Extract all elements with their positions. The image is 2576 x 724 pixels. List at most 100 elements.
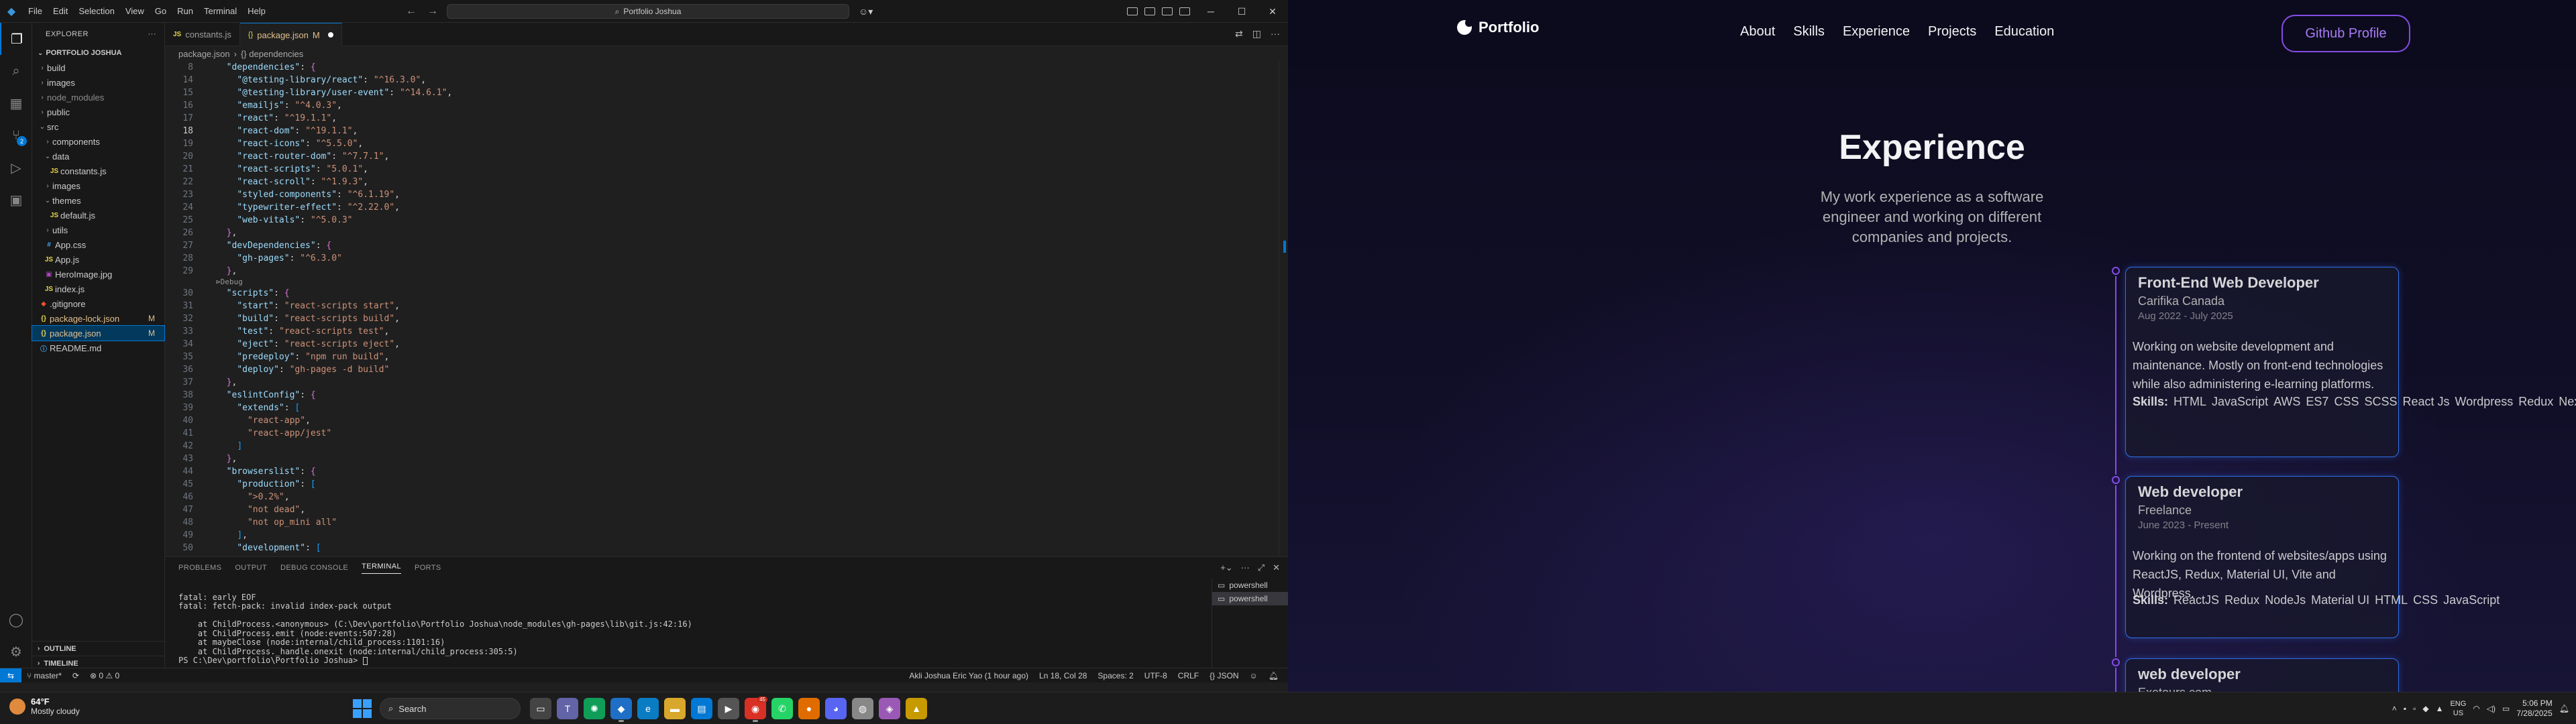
menu-item-selection[interactable]: Selection <box>73 0 119 23</box>
more-actions-icon[interactable]: ··· <box>148 30 157 38</box>
codelens-debug[interactable]: ⊳Debug <box>165 278 1288 287</box>
nav-link-about[interactable]: About <box>1740 24 1775 40</box>
tray-app-icon[interactable]: ▪ <box>2404 704 2406 713</box>
volume-icon[interactable]: ◁) <box>2487 704 2496 713</box>
copilot-status-icon[interactable]: ☺ <box>1244 671 1263 680</box>
task-view-icon[interactable]: ▭ <box>530 698 551 719</box>
branch-status[interactable]: ⑂ master* <box>21 671 67 680</box>
notifications-bell-icon[interactable]: 🔔︎ <box>1263 671 1284 680</box>
outline-section[interactable]: › OUTLINE <box>32 641 165 656</box>
menu-item-edit[interactable]: Edit <box>48 0 73 23</box>
eol-status[interactable]: CRLF <box>1173 671 1204 680</box>
more-actions-icon[interactable]: ··· <box>1271 28 1280 40</box>
copilot-icon[interactable]: ☺▾ <box>859 0 873 23</box>
tree-item-images[interactable]: › images <box>32 75 164 90</box>
windows-start-icon[interactable] <box>353 699 372 718</box>
tree-item-index-js[interactable]: JS index.js <box>32 282 164 296</box>
unsaved-dot-icon[interactable] <box>327 32 333 38</box>
panel-tab-terminal[interactable]: TERMINAL <box>362 562 401 574</box>
experience-card[interactable]: web developerExetours.comJune 2024 - Jul… <box>2125 658 2399 692</box>
tree-item-themes[interactable]: ⌄ themes <box>32 193 164 208</box>
menu-item-help[interactable]: Help <box>242 0 271 23</box>
menu-item-terminal[interactable]: Terminal <box>199 0 242 23</box>
terminal-instance[interactable]: ▭ powershell <box>1212 579 1288 592</box>
media-player-icon[interactable]: ▶ <box>718 698 739 719</box>
nav-link-skills[interactable]: Skills <box>1793 24 1825 40</box>
tree-item-default-js[interactable]: JS default.js <box>32 208 164 223</box>
project-root[interactable]: ⌄ PORTFOLIO JOSHUA <box>32 46 164 60</box>
battery-icon[interactable]: ▭ <box>2502 704 2510 713</box>
notifications-icon[interactable]: 🔔︎ <box>2559 704 2569 713</box>
menu-item-view[interactable]: View <box>120 0 150 23</box>
store-icon[interactable]: ▤ <box>691 698 712 719</box>
tree-item-data[interactable]: ⌄ data <box>32 149 164 164</box>
tray-app-icon[interactable]: ▲ <box>2436 704 2444 713</box>
tree-item-package-lock-json[interactable]: {} package-lock.json M <box>32 311 164 326</box>
discord-icon[interactable]: ◕ <box>825 698 847 719</box>
new-terminal-icon[interactable]: +⌄ <box>1220 562 1232 573</box>
problems-status[interactable]: ⊗ 0 ⚠ 0 <box>85 671 125 680</box>
breadcrumb-item[interactable]: {} dependencies <box>241 49 303 59</box>
breadcrumb-item[interactable]: package.json <box>178 49 230 59</box>
tree-item-package-json[interactable]: {} package.json M <box>32 325 165 341</box>
toggle-panel-icon[interactable] <box>1144 7 1155 15</box>
language-mode-status[interactable]: {} JSON <box>1204 671 1244 680</box>
extensions-icon[interactable]: ▦ <box>0 87 32 119</box>
app-gray-icon[interactable]: ◍ <box>852 698 873 719</box>
remote-indicator-icon[interactable]: ⇆ <box>0 668 21 683</box>
tree-item-utils[interactable]: › utils <box>32 223 164 237</box>
tree-item-app-js[interactable]: JS App.js <box>32 252 164 267</box>
app-purple-icon[interactable]: ◈ <box>879 698 900 719</box>
tree-item--gitignore[interactable]: ◆ .gitignore <box>32 296 164 311</box>
tree-item-heroimage-jpg[interactable]: ▣ HeroImage.jpg <box>32 267 164 282</box>
tree-item-app-css[interactable]: # App.css <box>32 237 164 252</box>
terminal-instance[interactable]: ▭ powershell <box>1212 592 1288 605</box>
app-orange-icon[interactable]: ● <box>798 698 820 719</box>
forward-arrow-icon[interactable]: → <box>427 5 438 17</box>
split-editor-icon[interactable]: ◫ <box>1252 28 1261 40</box>
tree-item-readme-md[interactable]: ⓘ README.md <box>32 341 164 355</box>
chatgpt-icon[interactable]: ✺ <box>584 698 605 719</box>
cursor-position-status[interactable]: Ln 18, Col 28 <box>1034 671 1092 680</box>
back-arrow-icon[interactable]: ← <box>406 5 417 17</box>
terminal-output[interactable]: fatal: early EOF fatal: fetch-pack: inval… <box>178 584 1212 667</box>
indentation-status[interactable]: Spaces: 2 <box>1092 671 1138 680</box>
tab-constants-js[interactable]: JS constants.js <box>165 23 240 46</box>
maximize-panel-icon[interactable]: ⤢ <box>1258 562 1265 573</box>
git-blame-status[interactable]: Akli Joshua Eric Yao (1 hour ago) <box>904 671 1034 680</box>
maximize-icon[interactable]: ☐ <box>1226 0 1257 23</box>
tray-app-icon[interactable]: ◆ <box>2422 704 2428 713</box>
tree-item-build[interactable]: › build <box>32 60 164 75</box>
tree-item-src[interactable]: ⌄ src <box>32 119 164 134</box>
experience-card[interactable]: Web developer Freelance June 2023 - Presen… <box>2125 476 2500 638</box>
nav-link-experience[interactable]: Experience <box>1843 24 1910 40</box>
panel-tab-output[interactable]: OUTPUT <box>235 564 267 572</box>
code-editor[interactable]: 8 "dependencies": {14 "@testing-library/… <box>165 61 1288 556</box>
account-icon[interactable]: ◯ <box>0 603 32 636</box>
vscode-taskbar-icon[interactable]: ◆ <box>610 698 632 722</box>
nav-link-education[interactable]: Education <box>1994 24 2054 40</box>
editor-scrollbar[interactable] <box>1279 61 1288 556</box>
manage-gear-icon[interactable]: ⚙ <box>0 636 32 668</box>
menu-item-run[interactable]: Run <box>172 0 199 23</box>
weather-widget[interactable]: 64°F Mostly cloudy <box>9 697 80 716</box>
experience-card[interactable]: Front-End Web Developer Carifika Canada Au… <box>2125 267 2576 457</box>
more-actions-icon[interactable]: ··· <box>1241 562 1250 573</box>
toggle-secondary-sidebar-icon[interactable] <box>1162 7 1173 15</box>
wifi-icon[interactable]: ◠ <box>2473 704 2479 713</box>
sync-icon[interactable]: ⟳ <box>67 671 85 680</box>
edge-icon[interactable]: e <box>637 698 659 719</box>
tree-item-components[interactable]: › components <box>32 134 164 149</box>
clock[interactable]: 5:06 PM 7/28/2025 <box>2516 699 2552 719</box>
tray-app-icon[interactable]: ▫ <box>2413 704 2416 713</box>
nav-link-projects[interactable]: Projects <box>1928 24 1976 40</box>
panel-tab-ports[interactable]: PORTS <box>415 564 441 572</box>
open-changes-icon[interactable]: ⇄ <box>1235 28 1243 40</box>
app-yellow-icon[interactable]: ▲ <box>906 698 927 719</box>
panel-tab-problems[interactable]: PROBLEMS <box>178 564 221 572</box>
customize-layout-icon[interactable] <box>1179 7 1190 15</box>
file-explorer-icon[interactable]: ▬ <box>664 698 686 719</box>
tree-item-node-modules[interactable]: › node_modules <box>32 90 164 105</box>
language-indicator[interactable]: ENG US <box>2450 699 2466 718</box>
close-icon[interactable]: ✕ <box>1257 0 1288 23</box>
